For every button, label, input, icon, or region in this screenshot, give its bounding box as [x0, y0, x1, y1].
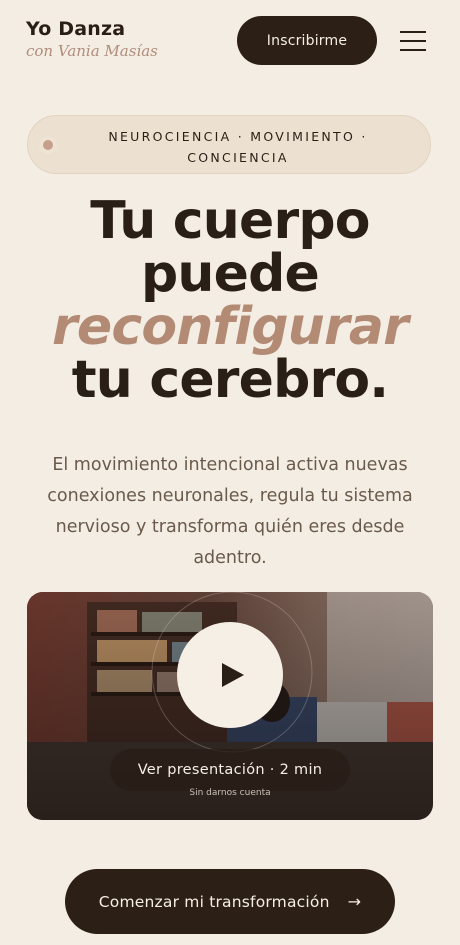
hero-line4: tu cerebro. [71, 350, 389, 410]
brand-logo[interactable]: Yo Danza con Vania Masías [26, 18, 158, 60]
signup-button[interactable]: Inscribirme [237, 16, 377, 65]
site-header: Yo Danza con Vania Masías Inscribirme [0, 0, 460, 82]
hero-line3-accent: reconfigurar [52, 297, 409, 357]
dot-icon [43, 140, 53, 150]
cta-label: Comenzar mi transformación [98, 892, 330, 911]
start-transformation-button[interactable]: Comenzar mi transformación → [65, 869, 395, 934]
video-caption: Sin darnos cuenta [189, 788, 271, 798]
arrow-right-icon: → [347, 892, 362, 911]
play-icon [222, 663, 244, 687]
video-player[interactable]: Ver presentación · 2 min Sin darnos cuen… [27, 592, 433, 820]
hero-line2: puede [140, 244, 320, 304]
hero-line1: Tu cuerpo [90, 191, 370, 251]
hamburger-menu-icon[interactable] [400, 31, 426, 51]
lead-paragraph: El movimiento intencional activa nuevas … [47, 454, 413, 568]
play-button[interactable] [177, 622, 283, 728]
tagline-text: NEUROCIENCIA · MOVIMIENTO · CONCIENCIA [88, 126, 388, 168]
hero-title: Tu cuerpo puede reconfigurar tu cerebro. [0, 195, 460, 407]
watch-presentation-button[interactable]: Ver presentación · 2 min [110, 749, 350, 791]
brand-title: Yo Danza [26, 18, 126, 40]
tagline-line2: CONCIENCIA [187, 150, 289, 165]
tagline-badge: NEUROCIENCIA · MOVIMIENTO · CONCIENCIA [27, 115, 431, 174]
tagline-line1: NEUROCIENCIA · MOVIMIENTO · [108, 129, 368, 144]
brand-subtitle: con Vania Masías [26, 42, 158, 60]
